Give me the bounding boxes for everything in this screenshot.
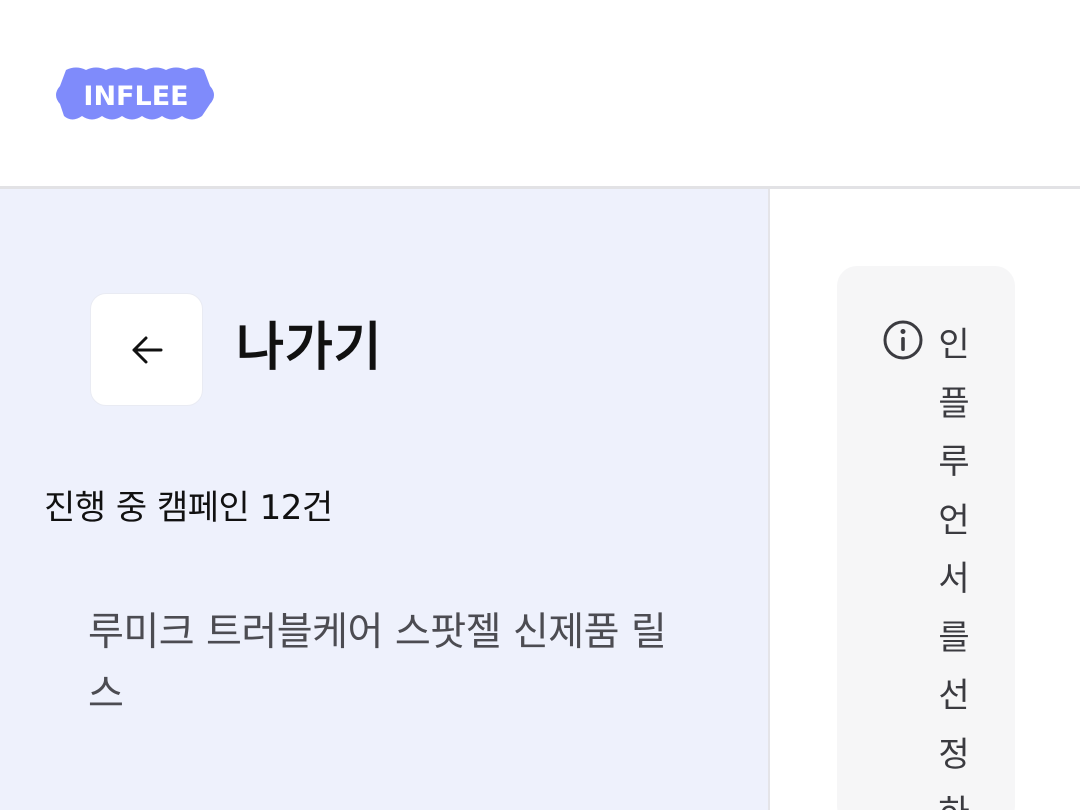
active-campaign-count: 진행 중 캠페인 12건 [44, 488, 333, 528]
logo-badge: INFLEE [56, 67, 214, 120]
back-button[interactable] [90, 293, 203, 406]
notice-text: 인플루언서를선정하 [938, 325, 970, 810]
inflee-logo[interactable]: INFLEE [52, 64, 220, 126]
top-header: INFLEE [0, 0, 1080, 186]
arrow-left-icon [132, 336, 162, 363]
info-icon [883, 320, 923, 360]
back-label[interactable]: 나가기 [236, 316, 383, 380]
logo-text: INFLEE [83, 81, 188, 112]
notice-card [837, 266, 1015, 810]
campaign-list-item[interactable]: 루미크 트러블케어 스팟젤 신제품 릴스 [88, 602, 688, 726]
